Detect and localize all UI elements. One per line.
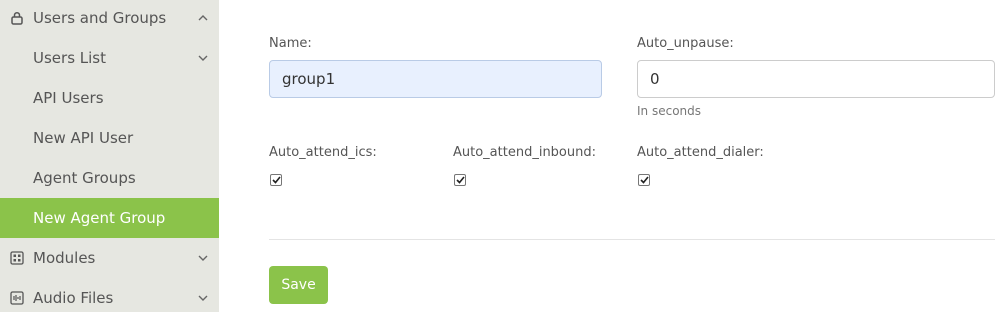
chevron-down-icon (196, 51, 210, 65)
sidebar-item-label: Users and Groups (33, 9, 167, 27)
sidebar-item-audio-files[interactable]: Audio Files (0, 278, 219, 312)
auto-unpause-hint: In seconds (637, 104, 702, 118)
sidebar-item-label: Audio Files (33, 289, 114, 307)
sidebar-item-agent-groups[interactable]: Agent Groups (0, 158, 219, 198)
sidebar-item-api-users[interactable]: API Users (0, 78, 219, 118)
sidebar-item-label: New Agent Group (33, 209, 166, 227)
checkmark-icon (455, 176, 465, 184)
chevron-down-icon (196, 291, 210, 305)
sidebar-item-label: Modules (33, 249, 96, 267)
lock-icon (9, 10, 25, 26)
name-label: Name: (269, 36, 312, 51)
auto-attend-ics-checkbox[interactable] (270, 174, 282, 186)
auto-attend-ics-label: Auto_attend_ics: (269, 145, 377, 160)
auto-unpause-label: Auto_unpause: (637, 36, 734, 51)
save-button[interactable]: Save (269, 266, 328, 304)
audio-file-icon (9, 290, 25, 306)
form-divider (269, 239, 995, 240)
sidebar-item-users-list[interactable]: Users List (0, 38, 219, 78)
sidebar-item-new-agent-group[interactable]: New Agent Group (0, 198, 219, 238)
chevron-down-icon (196, 251, 210, 265)
agent-group-form: Name: Auto_unpause: In seconds Auto_atte… (219, 0, 1006, 312)
grid-icon (9, 250, 25, 266)
sidebar-item-label: API Users (33, 89, 104, 107)
auto-attend-dialer-label: Auto_attend_dialer: (637, 145, 764, 160)
checkmark-icon (639, 176, 649, 184)
sidebar-item-label: New API User (33, 129, 134, 147)
sidebar-item-users-and-groups[interactable]: Users and Groups (0, 0, 219, 38)
sidebar: Users and Groups Users List API Users Ne… (0, 0, 219, 312)
sidebar-item-label: Users List (33, 49, 106, 67)
sidebar-item-modules[interactable]: Modules (0, 238, 219, 278)
sidebar-item-new-api-user[interactable]: New API User (0, 118, 219, 158)
auto-attend-inbound-label: Auto_attend_inbound: (453, 145, 596, 160)
auto-attend-dialer-checkbox[interactable] (638, 174, 650, 186)
name-field[interactable] (269, 60, 602, 98)
auto-unpause-field[interactable] (637, 60, 995, 98)
auto-attend-inbound-checkbox[interactable] (454, 174, 466, 186)
checkmark-icon (271, 176, 281, 184)
chevron-up-icon (196, 11, 210, 25)
sidebar-item-label: Agent Groups (33, 169, 136, 187)
